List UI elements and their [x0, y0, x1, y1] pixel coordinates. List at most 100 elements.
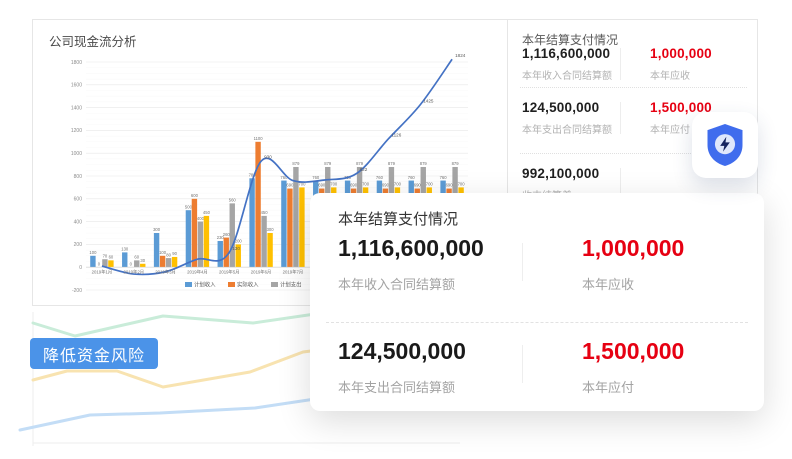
dashboard-page: 公司现金流分析 -2000200400600800100012001400160… [0, 0, 792, 459]
svg-text:200: 200 [235, 239, 243, 244]
svg-text:130: 130 [121, 247, 129, 252]
popup-payable-value: 1,500,000 [582, 338, 792, 365]
receivable-label: 本年应收 [650, 67, 768, 82]
income-settlement-value: 1,116,600,000 [522, 46, 640, 61]
svg-text:560: 560 [229, 198, 237, 203]
svg-text:690: 690 [286, 183, 294, 188]
svg-text:2019年2月: 2019年2月 [123, 269, 144, 276]
svg-text:760: 760 [312, 175, 320, 180]
income-settlement-amount: 1,116,600,000 本年收入合同结算额 [522, 46, 640, 82]
settlement-balance-value: 992,100,000 [522, 166, 640, 181]
settlement-summary-popup: 本年结算支付情况 1,116,600,000 本年收入合同结算额 1,000,0… [310, 193, 764, 411]
svg-text:600: 600 [191, 193, 199, 198]
svg-text:700: 700 [394, 182, 402, 187]
popup-expense-label: 本年支出合同结算额 [338, 377, 548, 396]
svg-text:760: 760 [408, 175, 416, 180]
svg-text:1824: 1824 [455, 53, 466, 58]
svg-text:0: 0 [98, 261, 101, 266]
svg-text:1425: 1425 [423, 98, 434, 103]
svg-text:1600: 1600 [71, 83, 82, 89]
popup-income-value: 1,116,600,000 [338, 235, 548, 262]
svg-text:90: 90 [172, 251, 177, 256]
popup-payable-label: 本年应付 [582, 377, 792, 396]
svg-text:400: 400 [74, 219, 83, 225]
row-divider [520, 87, 747, 88]
svg-text:2019年5月: 2019年5月 [219, 269, 240, 276]
svg-text:0: 0 [130, 261, 133, 266]
income-settlement-label: 本年收入合同结算额 [522, 67, 640, 82]
svg-text:80: 80 [166, 252, 171, 257]
svg-text:130: 130 [232, 246, 240, 251]
svg-text:690: 690 [318, 183, 326, 188]
svg-text:1200: 1200 [71, 128, 82, 134]
legend-swatch [185, 282, 192, 287]
svg-text:1000: 1000 [71, 151, 82, 157]
svg-text:600: 600 [74, 197, 83, 203]
popup-receivable-label: 本年应收 [582, 274, 792, 293]
svg-text:760: 760 [440, 175, 448, 180]
expense-settlement-label: 本年支出合同结算额 [522, 121, 640, 136]
expense-settlement-amount: 124,500,000 本年支出合同结算额 [522, 100, 640, 136]
popup-row-divider [326, 322, 748, 323]
column-divider [620, 48, 621, 80]
svg-text:70: 70 [103, 253, 108, 258]
svg-text:60: 60 [134, 255, 139, 260]
popup-expense-settlement: 124,500,000 本年支出合同结算额 [338, 338, 548, 396]
svg-text:200: 200 [74, 242, 83, 248]
popup-expense-value: 124,500,000 [338, 338, 548, 365]
svg-text:690: 690 [350, 183, 358, 188]
popup-title: 本年结算支付情况 [338, 208, 458, 229]
expense-settlement-value: 124,500,000 [522, 100, 640, 115]
svg-text:实际收入: 实际收入 [237, 281, 259, 289]
svg-text:300: 300 [267, 227, 275, 232]
svg-text:450: 450 [261, 210, 269, 215]
legend-swatch [271, 282, 278, 287]
shield-lightning-icon [704, 122, 746, 168]
popup-receivable-value: 1,000,000 [582, 235, 792, 262]
svg-text:1100: 1100 [254, 136, 264, 141]
svg-text:879: 879 [292, 161, 300, 166]
security-badge [692, 112, 758, 178]
svg-text:0: 0 [79, 265, 82, 271]
svg-text:879: 879 [356, 161, 364, 166]
svg-text:690: 690 [414, 183, 422, 188]
popup-column-divider [522, 243, 523, 281]
svg-text:1400: 1400 [71, 105, 82, 111]
svg-text:500: 500 [185, 204, 193, 209]
svg-text:879: 879 [420, 161, 428, 166]
svg-text:879: 879 [388, 161, 396, 166]
svg-text:2019年1月: 2019年1月 [92, 269, 113, 276]
svg-text:879: 879 [324, 161, 332, 166]
svg-text:-200: -200 [72, 288, 82, 294]
svg-text:30: 30 [140, 258, 145, 263]
receivable-value: 1,000,000 [650, 46, 768, 61]
svg-text:822: 822 [360, 167, 368, 172]
receivable-amount: 1,000,000 本年应收 [650, 46, 768, 82]
svg-text:计划支出: 计划支出 [280, 281, 302, 289]
popup-income-settlement: 1,116,600,000 本年收入合同结算额 [338, 235, 548, 293]
svg-text:700: 700 [362, 182, 370, 187]
svg-text:1800: 1800 [71, 60, 82, 66]
svg-text:100: 100 [89, 250, 97, 255]
popup-column-divider [522, 345, 523, 383]
popup-payable: 1,500,000 本年应付 [582, 338, 792, 396]
popup-income-label: 本年收入合同结算额 [338, 274, 548, 293]
cashflow-chart-title: 公司现金流分析 [49, 31, 137, 50]
risk-reduction-tag-label: 降低资金风险 [43, 342, 145, 366]
risk-reduction-tag: 降低资金风险 [30, 338, 158, 369]
svg-text:计划收入: 计划收入 [194, 281, 216, 289]
svg-text:700: 700 [330, 182, 338, 187]
svg-text:260: 260 [223, 232, 231, 237]
popup-receivable: 1,000,000 本年应收 [582, 235, 792, 293]
column-divider [620, 102, 621, 134]
svg-text:760: 760 [376, 175, 384, 180]
svg-text:2019年3月: 2019年3月 [155, 269, 176, 276]
svg-text:2019年7月: 2019年7月 [283, 269, 304, 276]
svg-text:800: 800 [74, 174, 83, 180]
legend-swatch [228, 282, 235, 287]
svg-text:879: 879 [452, 161, 460, 166]
svg-text:300: 300 [153, 227, 161, 232]
svg-text:60: 60 [109, 255, 114, 260]
svg-text:700: 700 [426, 182, 434, 187]
svg-text:690: 690 [382, 183, 390, 188]
